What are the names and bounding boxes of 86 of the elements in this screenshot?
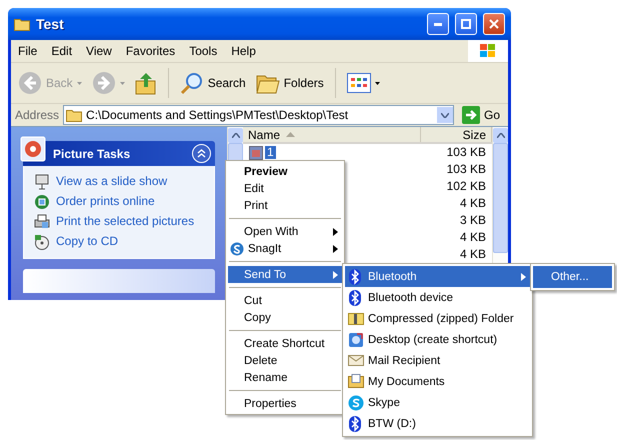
views-icon — [346, 73, 371, 93]
task-link[interactable]: View as a slide show — [56, 174, 168, 188]
desktop-shortcut-icon — [348, 332, 364, 348]
search-icon — [180, 71, 204, 95]
dropdown-arrow-icon — [76, 82, 82, 84]
menu-item[interactable]: Compressed (zipped) Folder — [345, 308, 530, 329]
menu-item[interactable]: Cut — [228, 292, 342, 309]
flag-logo-icon — [479, 43, 497, 59]
menu-item[interactable]: Edit — [228, 180, 342, 197]
close-button[interactable] — [483, 13, 505, 35]
address-field[interactable]: C:\Documents and Settings\PMTest\Desktop\Test — [63, 105, 454, 125]
maximize-button[interactable] — [455, 13, 477, 35]
zipped-folder-icon — [348, 310, 364, 324]
snagit-icon — [230, 242, 244, 256]
menu-item[interactable]: Create Shortcut — [228, 335, 342, 352]
search-button[interactable]: Search — [176, 69, 249, 97]
menu-item[interactable]: Rename — [228, 369, 342, 386]
folders-button[interactable]: Folders — [252, 70, 327, 96]
menu-item[interactable]: SnagIt — [228, 240, 342, 257]
menu-item[interactable]: Open With — [228, 223, 342, 240]
collapse-button[interactable] — [192, 144, 211, 163]
file-name[interactable]: 1 — [265, 146, 276, 159]
size-cell-text: 4 KB — [458, 231, 487, 244]
printer-icon — [34, 214, 50, 230]
menu-item[interactable]: Mail Recipient — [345, 350, 530, 371]
menu-item[interactable]: BTW (D:) — [345, 413, 530, 434]
bluetooth-icon — [348, 268, 362, 284]
menu-bar-item[interactable]: Help — [224, 44, 263, 58]
menu-item[interactable]: Bluetooth device — [345, 287, 530, 308]
task-link[interactable]: Print the selected pictures — [56, 214, 194, 228]
up-folder-icon — [134, 71, 157, 95]
envelope-icon — [348, 352, 364, 366]
menu-item[interactable]: Copy — [228, 309, 342, 326]
menu-bar-item[interactable]: Tools — [182, 44, 224, 58]
menu-item[interactable]: Bluetooth — [345, 266, 530, 287]
dropdown-button[interactable] — [436, 107, 453, 123]
column-header[interactable]: Name — [243, 127, 421, 142]
minimize-icon — [434, 22, 442, 26]
size-cell-text: 102 KB — [446, 180, 487, 193]
picture-icon — [19, 135, 47, 163]
chevron-icon — [197, 149, 206, 158]
scrollbar-thumb[interactable] — [493, 143, 508, 253]
menu-item[interactable]: My Documents — [345, 371, 530, 392]
size-cell-text: 103 KB — [446, 163, 487, 176]
menu-item[interactable]: Desktop (create shortcut) — [345, 329, 530, 350]
menu-bar-item[interactable]: View — [79, 44, 119, 58]
menu-bar-item[interactable]: Favorites — [118, 44, 182, 58]
menu-bar-item[interactable]: File — [11, 44, 44, 58]
size-cell-text: 3 KB — [458, 214, 487, 227]
projector-screen-icon — [34, 174, 50, 190]
menu-item[interactable]: Print — [228, 197, 342, 214]
image-file-icon — [249, 146, 263, 160]
folder-icon — [66, 108, 82, 122]
task-link[interactable]: Order prints online — [56, 194, 155, 208]
minimize-button[interactable] — [427, 13, 449, 35]
menu-item[interactable]: Other... — [533, 266, 612, 288]
menu-item[interactable]: Properties — [228, 395, 342, 412]
globe-icon — [34, 194, 50, 210]
menu-item[interactable]: Skype — [345, 392, 530, 413]
submenu-arrow-icon — [333, 244, 338, 252]
size-cell-text: 103 KB — [446, 146, 487, 159]
skype-icon — [348, 394, 364, 410]
go-button[interactable]: Go — [458, 106, 504, 124]
address-label: Address — [15, 108, 60, 122]
task-link[interactable]: Copy to CD — [56, 234, 118, 248]
size-cell-text: 4 KB — [458, 197, 487, 210]
submenu-arrow-icon — [333, 228, 338, 236]
menu-item[interactable]: Delete — [228, 352, 342, 369]
dropdown-arrow-icon — [120, 82, 125, 84]
submenu-arrow-icon — [333, 270, 338, 278]
maximize-icon — [461, 19, 471, 29]
close-icon — [489, 19, 499, 29]
cd-icon — [34, 234, 50, 250]
window-title: Test — [36, 16, 65, 32]
bluetooth-icon — [348, 416, 362, 432]
menu-item[interactable]: Preview — [228, 163, 342, 180]
bluetooth-icon — [348, 290, 362, 306]
documents-folder-icon — [348, 374, 364, 388]
size-cell-text: 4 KB — [458, 248, 487, 261]
dropdown-arrow-icon — [374, 82, 380, 84]
menu-bar-item[interactable]: Edit — [44, 44, 80, 58]
submenu-arrow-icon — [521, 272, 526, 280]
menu-item[interactable]: Send To — [228, 266, 342, 283]
chevron-down-icon — [440, 112, 449, 118]
folder-icon — [14, 17, 30, 31]
sort-arrow-icon — [286, 132, 296, 137]
